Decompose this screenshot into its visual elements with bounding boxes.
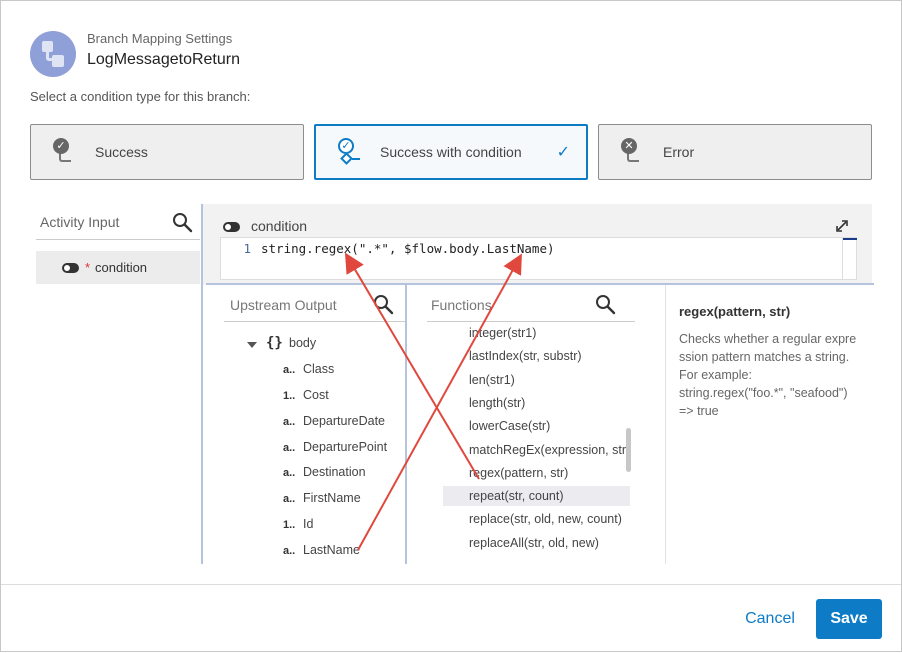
tree-node-field[interactable]: a.. LastName <box>283 543 360 557</box>
function-item[interactable]: lastIndex(str, substr) <box>443 346 630 366</box>
success-branch-icon: ✓ <box>51 137 81 167</box>
string-type-icon: a.. <box>283 467 296 479</box>
function-description-panel: regex(pattern, str) Checks whether a reg… <box>665 285 874 564</box>
condition-type-label: Success <box>95 144 148 160</box>
function-item[interactable]: matchRegEx(expression, str) <box>443 440 630 460</box>
condition-type-label: Error <box>663 144 695 160</box>
expand-icon[interactable] <box>834 218 850 234</box>
cancel-button[interactable]: Cancel <box>738 599 802 639</box>
string-type-icon: a.. <box>283 545 296 557</box>
tree-node-field[interactable]: a.. Class <box>283 362 334 376</box>
function-item-highlighted[interactable]: repeat(str, count) <box>443 486 630 506</box>
number-type-icon: 1.. <box>283 390 296 402</box>
condition-type-success-with-condition[interactable]: ✓ Success with condition ✓ <box>314 124 588 180</box>
condition-type-error[interactable]: ✕ Error <box>598 124 872 180</box>
divider <box>427 321 635 322</box>
upstream-output-title: Upstream Output <box>230 297 337 313</box>
expression-editor[interactable]: 1 string.regex(".*", $flow.body.LastName) <box>220 237 857 280</box>
boolean-type-icon <box>223 222 240 232</box>
condition-type-success[interactable]: ✓ Success <box>30 124 304 180</box>
activity-input-item-label: condition <box>95 260 148 275</box>
tree-node-field[interactable]: a.. Destination <box>283 465 366 479</box>
tree-node-field[interactable]: a.. DeparturePoint <box>283 440 387 454</box>
required-mark: * <box>85 260 91 275</box>
dialog-subtitle: Branch Mapping Settings <box>87 31 233 46</box>
number-type-icon: 1.. <box>283 519 296 531</box>
activity-input-title: Activity Input <box>40 214 120 230</box>
object-type-icon: {} <box>266 335 283 351</box>
checkmark-icon: ✓ <box>556 144 570 161</box>
function-item[interactable]: lowerCase(str) <box>443 416 630 436</box>
string-type-icon: a.. <box>283 493 296 505</box>
function-item[interactable]: len(str1) <box>443 370 630 390</box>
error-branch-icon: ✕ <box>619 137 649 167</box>
function-item[interactable]: replaceAll(str, old, new) <box>443 533 630 553</box>
divider <box>224 321 406 322</box>
function-item[interactable]: regex(pattern, str) <box>443 463 630 483</box>
upstream-output-panel: Upstream Output {} body a.. Class 1.. Cost… <box>203 285 406 564</box>
condition-type-label: Success with condition <box>380 144 522 160</box>
chevron-down-icon[interactable] <box>247 342 257 348</box>
function-item[interactable]: integer(str1) <box>443 323 630 343</box>
search-icon[interactable] <box>595 294 617 316</box>
branch-icon <box>30 31 76 77</box>
tree-node-field[interactable]: a.. FirstName <box>283 491 361 505</box>
search-icon[interactable] <box>373 294 395 316</box>
functions-scrollbar[interactable] <box>626 428 631 472</box>
activity-input-item-condition[interactable]: * condition <box>36 251 200 284</box>
line-number: 1 <box>243 241 251 256</box>
search-icon[interactable] <box>172 212 194 234</box>
functions-title: Functions <box>431 297 492 313</box>
editor-scrollbar[interactable] <box>842 238 857 279</box>
mapping-editor: condition 1 string.regex(".*", $flow.body… <box>201 204 874 564</box>
divider <box>1 584 901 585</box>
functions-panel: Functions integer(str1) lastIndex(str, s… <box>407 285 665 564</box>
string-type-icon: a.. <box>283 416 296 428</box>
divider <box>36 239 200 240</box>
tree-node-field[interactable]: 1.. Id <box>283 517 313 531</box>
string-type-icon: a.. <box>283 364 296 376</box>
tree-node-field[interactable]: 1.. Cost <box>283 388 329 402</box>
save-button[interactable]: Save <box>816 599 882 639</box>
editor-field-label: condition <box>251 218 308 234</box>
function-item[interactable]: replace(str, old, new, count) <box>443 509 630 529</box>
function-signature: regex(pattern, str) <box>679 304 791 319</box>
conditional-branch-icon: ✓ <box>336 137 366 167</box>
condition-type-prompt: Select a condition type for this branch: <box>30 89 251 104</box>
dialog-title: LogMessagetoReturn <box>87 51 240 68</box>
tree-node-body[interactable]: body <box>289 336 316 350</box>
branch-mapping-dialog: Branch Mapping Settings LogMessagetoRetu… <box>0 0 902 652</box>
function-description: Checks whether a regular expre ssion pat… <box>679 332 857 418</box>
string-type-icon: a.. <box>283 442 296 454</box>
boolean-type-icon <box>62 263 79 273</box>
tree-node-field[interactable]: a.. DepartureDate <box>283 414 385 428</box>
function-item[interactable]: length(str) <box>443 393 630 413</box>
expression-text[interactable]: string.regex(".*", $flow.body.LastName) <box>261 241 555 256</box>
